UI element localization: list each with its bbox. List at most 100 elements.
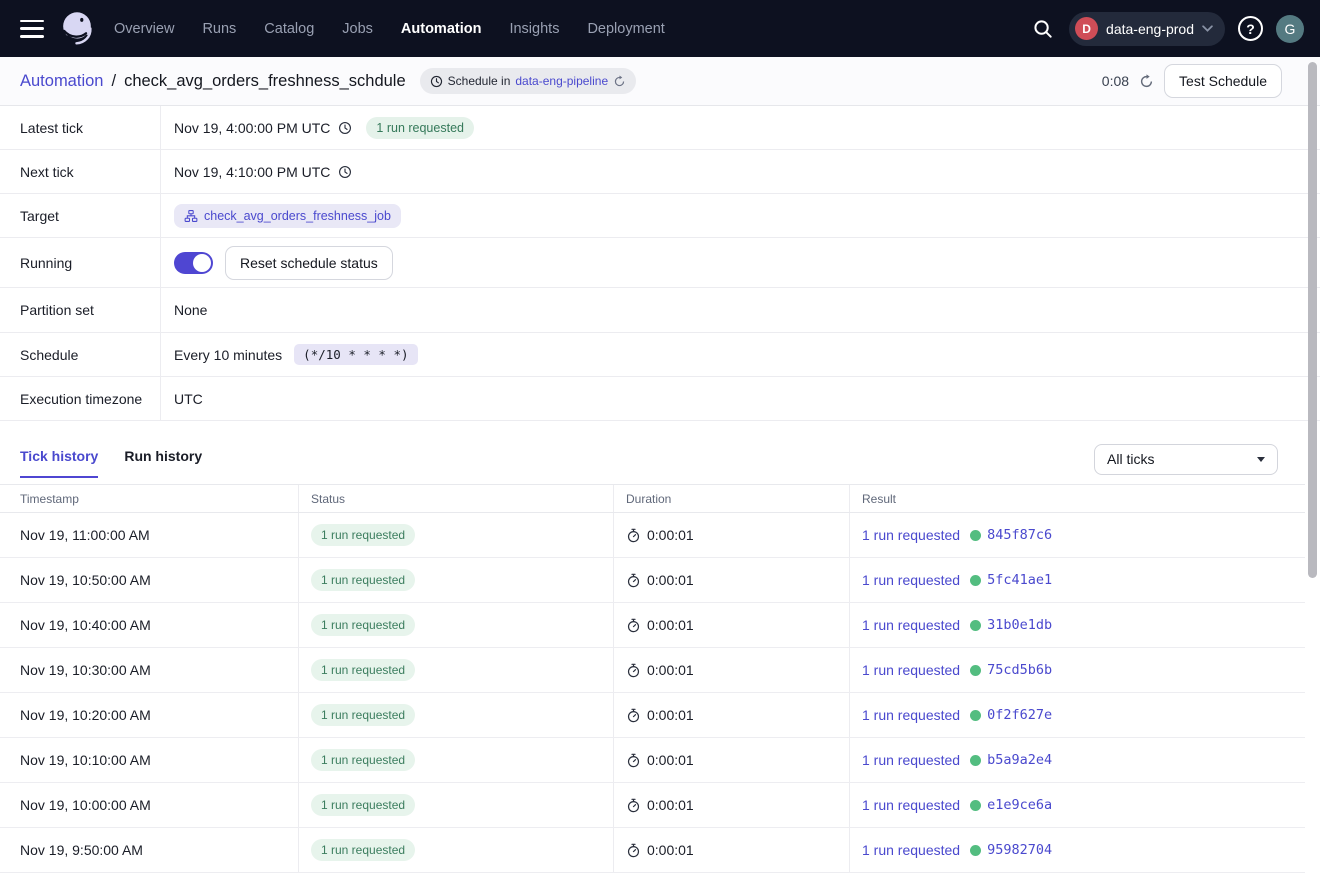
run-requested-link[interactable]: 1 run requested <box>862 707 960 723</box>
tick-result-cell: 1 run requested 5fc41ae1 <box>850 558 1305 602</box>
run-status-dot <box>970 665 981 676</box>
clock-icon <box>338 121 352 135</box>
run-status-dot <box>970 845 981 856</box>
tick-duration-cell: 0:00:01 <box>614 693 850 737</box>
run-status-dot <box>970 755 981 766</box>
run-id-link[interactable]: 95982704 <box>987 842 1052 858</box>
run-requested-link[interactable]: 1 run requested <box>862 617 960 633</box>
nav-item-overview[interactable]: Overview <box>114 21 174 37</box>
next-tick-value: Nov 19, 4:10:00 PM UTC <box>174 164 330 180</box>
stopwatch-icon <box>626 618 641 633</box>
menu-icon[interactable] <box>20 20 44 38</box>
tick-duration: 0:00:01 <box>647 617 694 633</box>
run-requested-link[interactable]: 1 run requested <box>862 752 960 768</box>
stopwatch-icon <box>626 528 641 543</box>
search-icon[interactable] <box>1030 16 1056 42</box>
tick-duration: 0:00:01 <box>647 707 694 723</box>
test-schedule-button[interactable]: Test Schedule <box>1164 64 1282 98</box>
reload-location-icon[interactable] <box>613 75 626 88</box>
run-id-link[interactable]: 5fc41ae1 <box>987 572 1052 588</box>
run-id-link[interactable]: 845f87c6 <box>987 527 1052 543</box>
run-id-link[interactable]: 75cd5b6b <box>987 662 1052 678</box>
schedule-context-prefix: Schedule in <box>448 74 511 88</box>
deployment-switcher[interactable]: D data-eng-prod <box>1069 12 1225 46</box>
code-location-link[interactable]: data-eng-pipeline <box>515 74 608 88</box>
tick-duration: 0:00:01 <box>647 752 694 768</box>
refresh-countdown: 0:08 <box>1102 73 1129 89</box>
tick-timestamp-cell: Nov 19, 10:00:00 AM <box>0 783 299 827</box>
next-tick-label: Next tick <box>0 150 161 193</box>
top-nav: Overview Runs Catalog Jobs Automation In… <box>0 0 1320 57</box>
timezone-label: Execution timezone <box>0 377 161 420</box>
running-toggle[interactable] <box>174 252 213 274</box>
detail-row-schedule: Schedule Every 10 minutes (*/10 * * * *) <box>0 333 1320 377</box>
refresh-icon[interactable] <box>1139 74 1154 89</box>
help-icon[interactable]: ? <box>1238 16 1263 41</box>
tab-run-history[interactable]: Run history <box>124 448 202 478</box>
run-requested-link[interactable]: 1 run requested <box>862 527 960 543</box>
tick-status-cell: 1 run requested <box>299 648 614 692</box>
tick-timestamp-cell: Nov 19, 10:40:00 AM <box>0 603 299 647</box>
stopwatch-icon <box>626 573 641 588</box>
run-id-link[interactable]: 31b0e1db <box>987 617 1052 633</box>
chevron-down-icon <box>1202 25 1213 33</box>
history-tabs: Tick history Run history All ticks <box>0 442 1320 484</box>
detail-row-running: Running Reset schedule status <box>0 238 1320 288</box>
tick-timestamp: Nov 19, 10:40:00 AM <box>20 617 151 633</box>
run-requested-link[interactable]: 1 run requested <box>862 797 960 813</box>
nav-item-runs[interactable]: Runs <box>202 21 236 37</box>
tick-status-cell: 1 run requested <box>299 783 614 827</box>
tick-timestamp: Nov 19, 10:20:00 AM <box>20 707 151 723</box>
tick-filter-select[interactable]: All ticks <box>1094 444 1278 475</box>
tick-duration-cell: 0:00:01 <box>614 603 850 647</box>
nav-item-insights[interactable]: Insights <box>509 21 559 37</box>
tick-status-badge: 1 run requested <box>311 614 415 636</box>
run-id-link[interactable]: b5a9a2e4 <box>987 752 1052 768</box>
column-header-timestamp: Timestamp <box>0 485 299 512</box>
tick-status-badge: 1 run requested <box>311 659 415 681</box>
tick-timestamp: Nov 19, 10:30:00 AM <box>20 662 151 678</box>
table-row: Nov 19, 11:00:00 AM 1 run requested 0:00… <box>0 513 1305 558</box>
tick-result-cell: 1 run requested 31b0e1db <box>850 603 1305 647</box>
tick-status-cell: 1 run requested <box>299 558 614 602</box>
tick-history-table: Timestamp Status Duration Result Nov 19,… <box>0 484 1305 873</box>
run-requested-link[interactable]: 1 run requested <box>862 842 960 858</box>
nav-item-jobs[interactable]: Jobs <box>342 21 373 37</box>
run-id-link[interactable]: 0f2f627e <box>987 707 1052 723</box>
breadcrumb-automation-link[interactable]: Automation <box>20 72 103 91</box>
stopwatch-icon <box>626 708 641 723</box>
tick-result-cell: 1 run requested 845f87c6 <box>850 513 1305 557</box>
target-job-chip[interactable]: check_avg_orders_freshness_job <box>174 204 401 228</box>
run-status-dot <box>970 800 981 811</box>
stopwatch-icon <box>626 843 641 858</box>
column-header-status: Status <box>299 485 614 512</box>
tab-tick-history[interactable]: Tick history <box>20 448 98 478</box>
nav-item-automation[interactable]: Automation <box>401 21 482 37</box>
latest-tick-label: Latest tick <box>0 106 161 149</box>
deployment-name: data-eng-prod <box>1106 21 1194 37</box>
tick-timestamp: Nov 19, 11:00:00 AM <box>20 527 150 543</box>
run-requested-link[interactable]: 1 run requested <box>862 662 960 678</box>
run-status-dot <box>970 710 981 721</box>
tick-result-cell: 1 run requested 95982704 <box>850 828 1305 872</box>
clock-icon <box>430 75 443 88</box>
tick-duration-cell: 0:00:01 <box>614 648 850 692</box>
tick-status-cell: 1 run requested <box>299 738 614 782</box>
tick-timestamp-cell: Nov 19, 10:10:00 AM <box>0 738 299 782</box>
tick-duration-cell: 0:00:01 <box>614 738 850 782</box>
tick-duration-cell: 0:00:01 <box>614 558 850 602</box>
nav-item-deployment[interactable]: Deployment <box>587 21 664 37</box>
tick-status-badge: 1 run requested <box>311 569 415 591</box>
tick-status-badge: 1 run requested <box>311 839 415 861</box>
tick-duration: 0:00:01 <box>647 797 694 813</box>
tick-filter-value: All ticks <box>1107 451 1154 467</box>
run-requested-link[interactable]: 1 run requested <box>862 572 960 588</box>
reset-schedule-status-button[interactable]: Reset schedule status <box>225 246 393 280</box>
latest-tick-value: Nov 19, 4:00:00 PM UTC <box>174 120 330 136</box>
table-row: Nov 19, 10:50:00 AM 1 run requested 0:00… <box>0 558 1305 603</box>
user-avatar[interactable]: G <box>1276 15 1304 43</box>
run-id-link[interactable]: e1e9ce6a <box>987 797 1052 813</box>
nav-item-catalog[interactable]: Catalog <box>264 21 314 37</box>
partition-set-value: None <box>174 302 207 318</box>
vertical-scrollbar[interactable] <box>1308 62 1317 578</box>
